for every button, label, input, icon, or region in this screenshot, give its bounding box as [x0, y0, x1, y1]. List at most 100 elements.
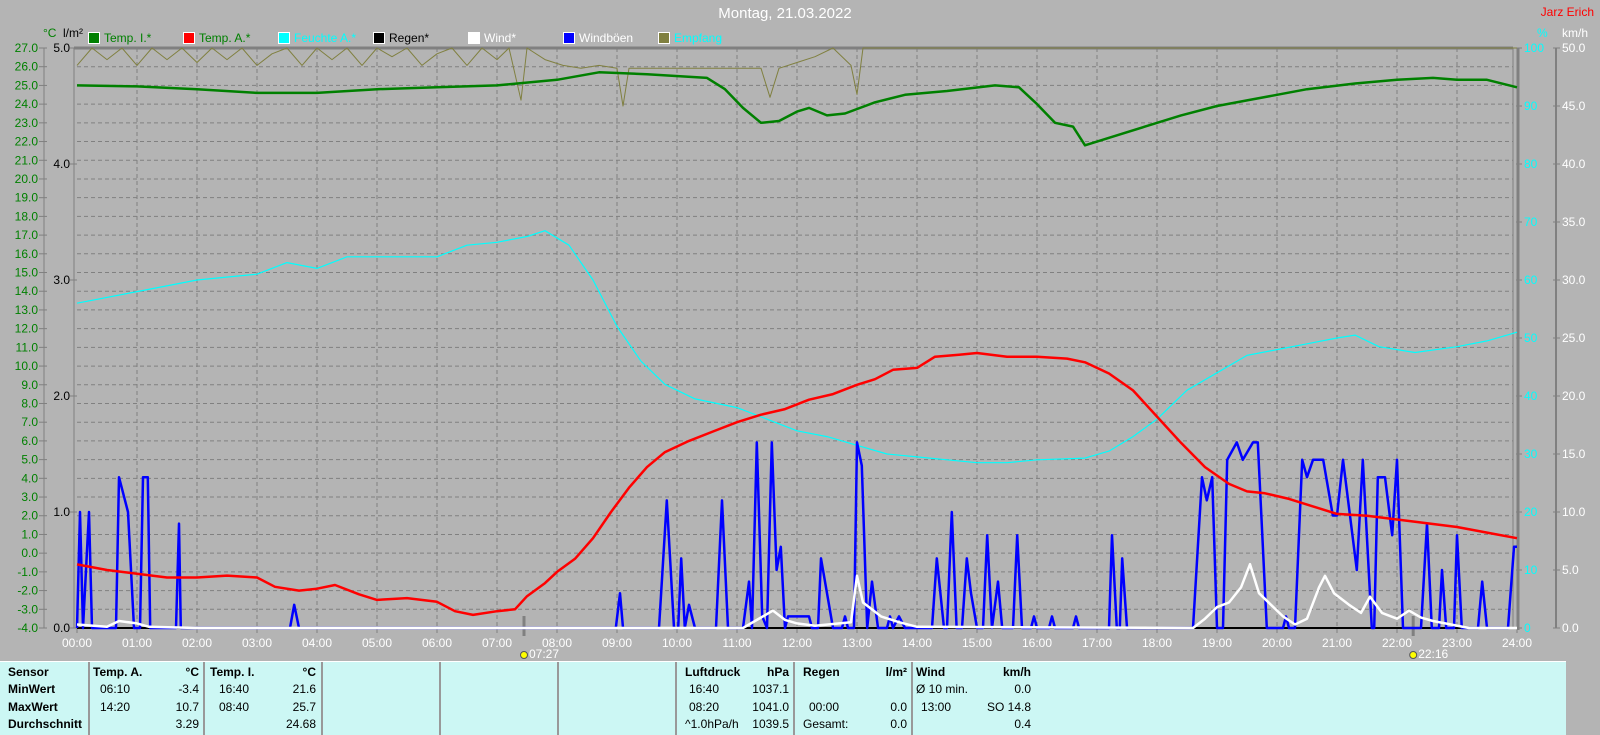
- pressure-max: 1041.0: [752, 700, 789, 714]
- temp-a-column: Temp. A. °C 06:10 -3.4 14:20 10.7 3.29: [88, 662, 205, 735]
- temp-tick-label: 3.0: [21, 490, 38, 504]
- humidity-tick-label: 100: [1524, 41, 1544, 55]
- legend-item-temp-a[interactable]: Temp. A.*: [183, 31, 250, 45]
- temp-tick-label: 9.0: [21, 378, 38, 392]
- temp-tick-label: -2.0: [17, 584, 38, 598]
- humidity-tick-label: 70: [1524, 215, 1538, 229]
- humidity-tick-label: 40: [1524, 389, 1538, 403]
- row-labels-column: Sensor MinWert MaxWert Durchschnitt: [0, 662, 90, 735]
- legend-item-rain[interactable]: Regen*: [373, 31, 429, 45]
- temp-a-unit: °C: [185, 665, 199, 679]
- temp-i-min: 21.6: [292, 682, 316, 696]
- rain-total-label: Gesamt:: [803, 717, 849, 731]
- temp-i-unit: °C: [302, 665, 316, 679]
- rain-unit: l/m²: [885, 665, 907, 679]
- temp-a-max: 10.7: [175, 700, 199, 714]
- rain-header: Regen: [803, 665, 840, 679]
- wind-tick-label: 15.0: [1562, 447, 1586, 461]
- wind-tick-label: 20.0: [1562, 389, 1586, 403]
- x-tick-label: 14:00: [902, 636, 932, 650]
- legend-label: Feuchte A.*: [294, 31, 357, 45]
- legend-swatch: [658, 32, 670, 44]
- temp-tick-label: 13.0: [15, 303, 39, 317]
- x-tick-label: 12:00: [782, 636, 812, 650]
- temp-tick-label: 25.0: [15, 78, 39, 92]
- temp-tick-label: 14.0: [15, 284, 39, 298]
- chart-title: Montag, 21.03.2022: [718, 5, 852, 22]
- temp-tick-label: 22.0: [15, 135, 39, 149]
- weather-chart: 00:00 01:00 02:00 03:00 04:00 05:00 06:00 07:00…: [15, 41, 1586, 661]
- humidity-tick-label: 0: [1524, 621, 1531, 635]
- wind-column: Wind km/h Ø 10 min. 0.0 13:00 SO 14.8 0.…: [913, 662, 1031, 735]
- wind-tick-label: 45.0: [1562, 99, 1586, 113]
- row-label-min: MinWert: [8, 682, 56, 696]
- temp-tick-label: -3.0: [17, 602, 38, 616]
- legend-label: Empfang: [674, 31, 723, 45]
- wind-max-time: 13:00: [921, 700, 952, 714]
- x-tick-label: 06:00: [422, 636, 452, 650]
- legend-swatch: [468, 32, 480, 44]
- rain-tick-label: 4.0: [53, 157, 70, 171]
- x-tick-label: 10:00: [662, 636, 692, 650]
- wind-tick-label: 30.0: [1562, 273, 1586, 287]
- temp-tick-label: 0.0: [21, 546, 38, 560]
- temp-tick-label: 19.0: [15, 191, 39, 205]
- legend-item-reception[interactable]: Empfang: [658, 31, 722, 45]
- temp-tick-label: 6.0: [21, 434, 38, 448]
- sunset-icon: [1409, 651, 1418, 659]
- x-tick-label: 15:00: [962, 636, 992, 650]
- temp-tick-label: 23.0: [15, 116, 39, 130]
- x-tick-label: 01:00: [122, 636, 152, 650]
- temp-tick-label: 10.0: [15, 359, 39, 373]
- temp-tick-label: 26.0: [15, 60, 39, 74]
- sunrise-label: 07:27: [529, 647, 559, 661]
- empty-column: [559, 662, 677, 735]
- wind-header: Wind: [916, 665, 946, 679]
- pressure-trend: ^1.0hPa/h: [685, 717, 739, 731]
- pressure-current: 1039.5: [752, 717, 789, 731]
- wind-tick-label: 10.0: [1562, 505, 1586, 519]
- temp-tick-label: 27.0: [15, 41, 39, 55]
- x-tick-label: 04:00: [302, 636, 332, 650]
- temp-tick-label: 1.0: [21, 527, 38, 541]
- legend-swatch: [278, 32, 290, 44]
- humidity-tick-label: 20: [1524, 505, 1538, 519]
- temp-tick-label: 16.0: [15, 247, 39, 261]
- wind-axis-unit: km/h: [1562, 26, 1589, 40]
- temp-i-max-time: 08:40: [219, 700, 250, 714]
- x-tick-label: 13:00: [842, 636, 872, 650]
- temp-axis-unit: °C: [43, 26, 57, 40]
- legend-label: Wind*: [484, 31, 517, 45]
- x-tick-label: 17:00: [1082, 636, 1112, 650]
- legend-swatch: [563, 32, 575, 44]
- humidity-tick-label: 60: [1524, 273, 1538, 287]
- wind-tick-label: 50.0: [1562, 41, 1586, 55]
- legend-item-wind[interactable]: Wind*: [468, 31, 516, 45]
- temp-tick-label: 7.0: [21, 415, 38, 429]
- rain-time: 00:00: [809, 700, 840, 714]
- legend-item-humidity[interactable]: Feuchte A.*: [278, 31, 356, 45]
- legend-label: Windböen: [579, 31, 634, 45]
- wind-unit: km/h: [1002, 665, 1031, 679]
- sunrise-icon: [520, 651, 528, 659]
- temp-a-avg: 3.29: [175, 717, 199, 731]
- humidity-tick-label: 80: [1524, 157, 1538, 171]
- wind-tick-label: 5.0: [1562, 563, 1579, 577]
- x-tick-label: 24:00: [1502, 636, 1532, 650]
- rain-axis-unit: l/m²: [63, 26, 83, 40]
- legend-item-gusts[interactable]: Windböen: [563, 31, 633, 45]
- x-tick-label: 19:00: [1202, 636, 1232, 650]
- x-tick-label: 11:00: [722, 636, 751, 650]
- legend-item-temp-i[interactable]: Temp. I.*: [88, 31, 151, 45]
- temp-tick-label: -4.0: [17, 621, 38, 635]
- axes: 00:00 01:00 02:00 03:00 04:00 05:00 06:00 07:00…: [15, 41, 1586, 661]
- temp-a-max-time: 14:20: [100, 700, 131, 714]
- legend-label: Regen*: [389, 31, 430, 45]
- x-tick-label: 05:00: [362, 636, 392, 650]
- temp-i-max: 25.7: [292, 700, 316, 714]
- rain-column: Regen l/m² 00:00 0.0 Gesamt: 0.0: [795, 662, 913, 735]
- wind-tick-label: 35.0: [1562, 215, 1586, 229]
- humidity-tick-label: 90: [1524, 99, 1538, 113]
- temp-a-min-time: 06:10: [100, 682, 131, 696]
- x-tick-label: 03:00: [242, 636, 272, 650]
